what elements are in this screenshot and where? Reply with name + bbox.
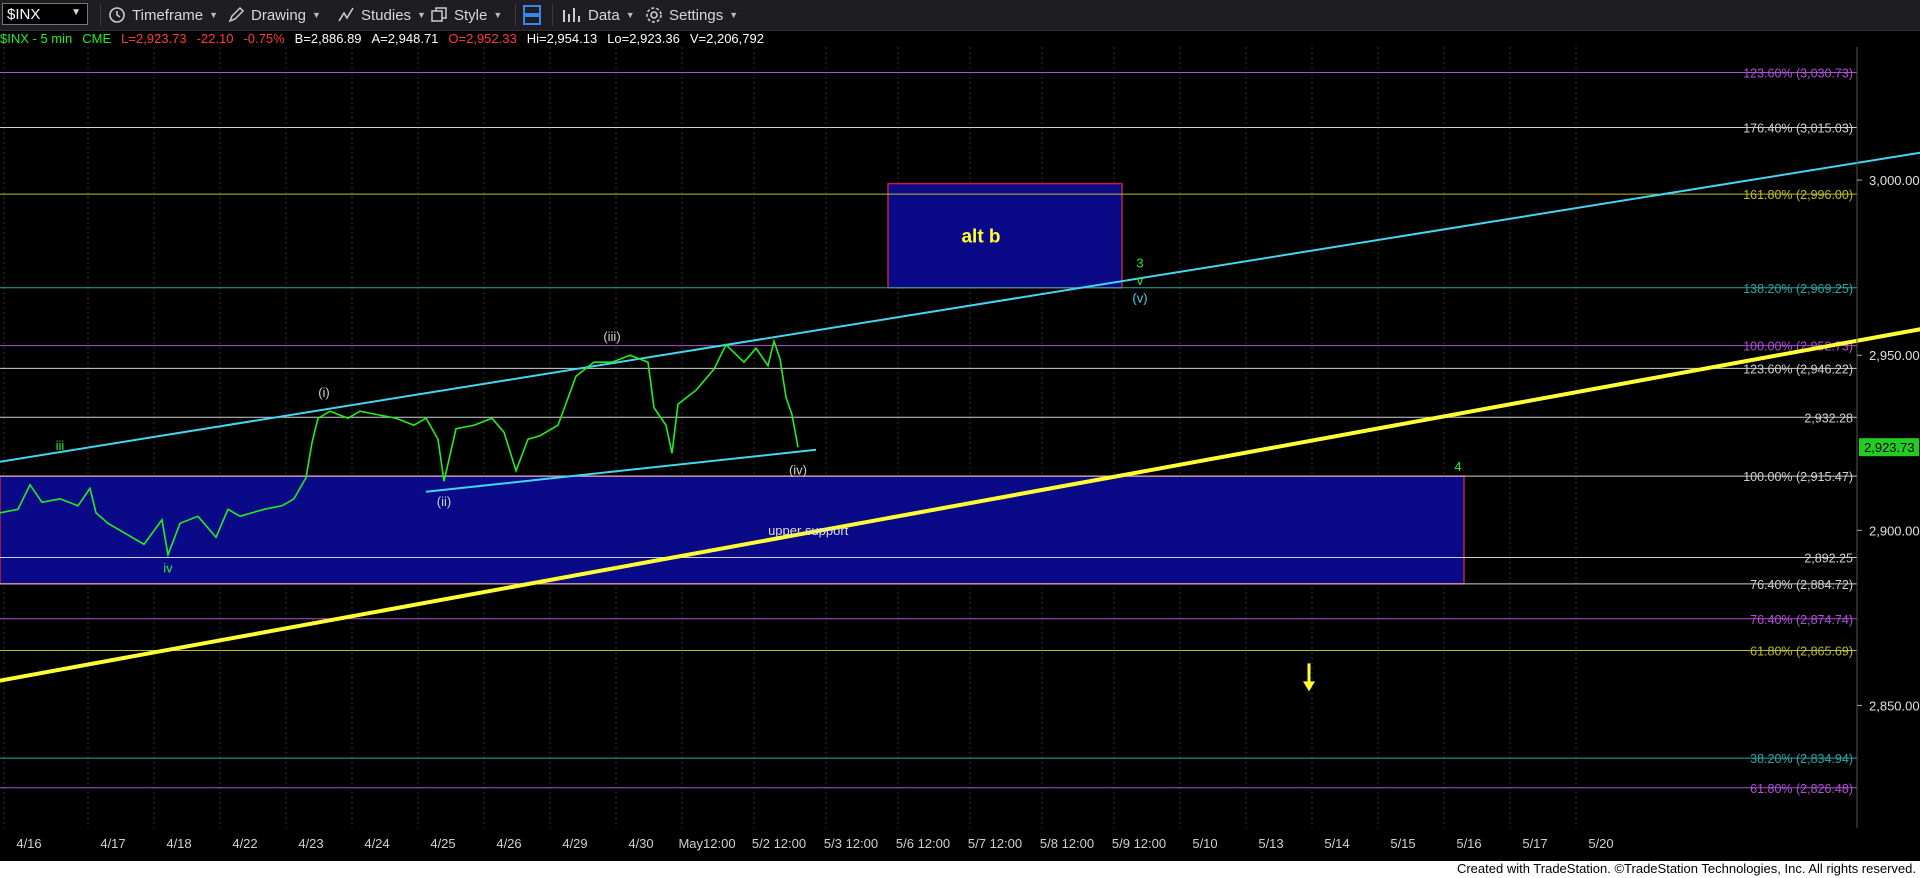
plot-background [0,47,1920,858]
info-volume: V=2,206,792 [689,31,764,46]
last-price-label: 2,923.73 [1864,440,1915,455]
fib-level-label: 161.80% (2,996.00) [1743,188,1853,202]
fib-level-label: 61.80% (2,865.69) [1750,644,1853,658]
y-tick-label: 2,950.00 [1869,348,1920,363]
x-tick-label: 4/16 [16,836,41,851]
x-tick-label: 5/6 12:00 [896,836,950,851]
fib-level-label: 38.20% (2,834.94) [1750,752,1853,766]
fib-level-label: 61.80% (2,826.48) [1750,782,1853,796]
x-tick-label: May12:00 [678,836,735,851]
wave-label: (ii) [437,494,451,509]
x-tick-label: 5/16 [1456,836,1481,851]
fib-level-label: 123.60% (3,030.73) [1743,66,1853,80]
info-exchange: CME [82,31,112,46]
info-last: L=2,923.73 [121,31,187,46]
wave-label: (iv) [789,462,807,477]
fib-level-label: 2,932.28 [1804,411,1853,425]
x-tick-label: 4/18 [166,836,191,851]
x-tick-label: 4/26 [496,836,521,851]
symbol-info-bar: $INX - 5 min CME L=2,923.73 -22.10 -0.75… [0,31,764,47]
fib-level-label: 138.20% (2,969.25) [1743,282,1853,296]
x-tick-label: 4/22 [232,836,257,851]
fib-level-label: 2,892.25 [1804,551,1853,565]
info-symbol: $INX - 5 min [0,31,73,46]
x-tick-label: 4/17 [100,836,125,851]
wave-label: (iii) [603,329,620,344]
price-chart[interactable]: 4/16 4/17 4/18 4/22 4/23 4/24 4/25 4/26 4/29 4/30… [0,0,1920,878]
info-high: Hi=2,954.13 [526,31,598,46]
x-tick-label: 4/30 [628,836,653,851]
x-tick-label: 5/9 12:00 [1112,836,1166,851]
info-pct: -0.75% [243,31,285,46]
x-tick-label: 5/3 12:00 [824,836,878,851]
info-bid: B=2,886.89 [294,31,362,46]
info-change: -22.10 [196,31,234,46]
wave-label: iv [163,560,173,575]
x-tick-label: 5/14 [1324,836,1349,851]
fib-level-label: 100.00% (2,915.47) [1743,470,1853,484]
x-tick-label: 4/29 [562,836,587,851]
wave-label: (i) [318,385,330,400]
x-tick-label: 5/8 12:00 [1040,836,1094,851]
x-tick-label: 5/20 [1588,836,1613,851]
fib-level-label: 76.40% (2,874.74) [1750,613,1853,627]
copyright-footer: Created with TradeStation. ©TradeStation… [1456,861,1916,876]
info-ask: A=2,948.71 [371,31,439,46]
fib-level-label: 76.40% (2,884.72) [1750,578,1853,592]
x-tick-label: 4/25 [430,836,455,851]
wave-label: v [1137,273,1144,288]
x-tick-label: 4/23 [298,836,323,851]
y-tick-label: 3,000.00 [1869,173,1920,188]
x-tick-label: 5/13 [1258,836,1283,851]
x-tick-label: 5/15 [1390,836,1415,851]
x-tick-label: 5/7 12:00 [968,836,1022,851]
zone-label-alt-b: alt b [961,227,1000,248]
info-low: Lo=2,923.36 [607,31,680,46]
y-tick-label: 2,850.00 [1869,698,1920,713]
x-tick-label: 5/17 [1522,836,1547,851]
wave-label: 4 [1454,459,1461,474]
x-tick-label: 5/2 12:00 [752,836,806,851]
y-tick-label: 2,900.00 [1869,523,1920,538]
x-tick-label: 5/10 [1192,836,1217,851]
info-open: O=2,952.33 [448,31,517,46]
fib-level-label: 176.40% (3,015.03) [1743,121,1853,135]
zone-label-upper-support: upper support [768,523,849,538]
wave-label: iii [56,438,65,453]
fib-level-label: 123.60% (2,946.22) [1743,362,1853,376]
wave-label: 3 [1136,256,1143,271]
wave-label: (v) [1132,291,1147,306]
zone-box-1 [887,182,1123,289]
x-tick-label: 4/24 [364,836,389,851]
